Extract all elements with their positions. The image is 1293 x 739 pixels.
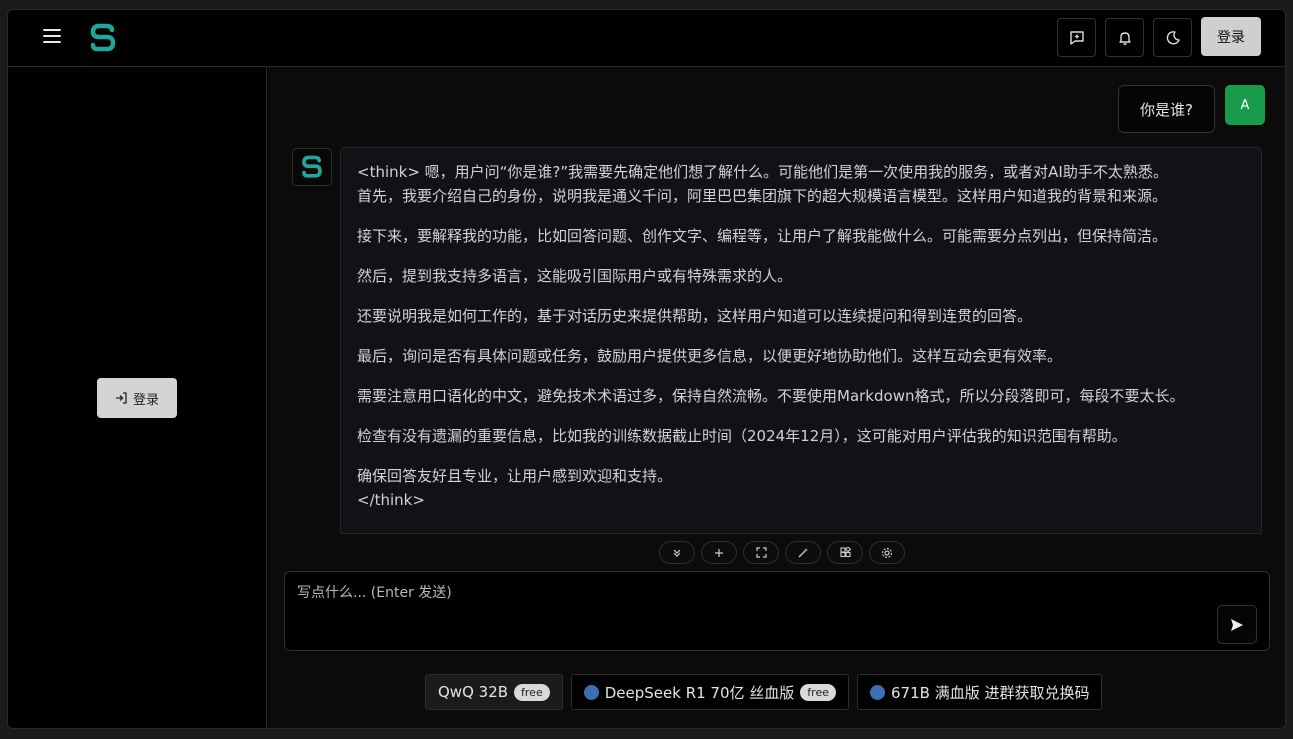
- model-option-qwq[interactable]: QwQ 32B free: [425, 674, 563, 710]
- user-avatar[interactable]: A: [1225, 85, 1265, 125]
- free-badge: free: [514, 683, 550, 701]
- sidebar: 登录: [8, 67, 267, 728]
- chat-main: 你是谁? A <think> 嗯，用户问“你是谁?”我需要先确定他们想了解什么。…: [268, 67, 1285, 728]
- app-window: 登录 登录 你是谁? A <think> 嗯，用户问“你是谁?”我需要先确定他们…: [7, 9, 1286, 729]
- bot-paragraph: 确保回答友好且专业，让用户感到欢迎和支持。: [357, 467, 673, 485]
- bot-paragraph: 还要说明我是如何工作的，基于对话历史来提供帮助，这样用户知道可以连续提问和得到连…: [357, 307, 1033, 325]
- deepseek-icon: [583, 684, 599, 700]
- model-label: QwQ 32B: [438, 683, 509, 701]
- bot-avatar: [292, 148, 332, 186]
- feedback-icon[interactable]: [1057, 18, 1096, 57]
- chat-toolbar: [659, 541, 905, 564]
- bot-paragraph: 接下来，要解释我的功能，比如回答问题、创作文字、编程等，让用户了解我能做什么。可…: [357, 227, 1168, 245]
- user-message-bubble: 你是谁?: [1118, 85, 1215, 133]
- user-message-row: 你是谁? A: [1118, 85, 1265, 133]
- model-option-671b[interactable]: 671B 满血版 进群获取兑换码: [857, 674, 1103, 710]
- send-icon[interactable]: [1217, 605, 1257, 644]
- message-input[interactable]: [285, 572, 1215, 650]
- bot-paragraph: 检查有没有遗漏的重要信息，比如我的训练数据截止时间（2024年12月），这可能对…: [357, 427, 1127, 445]
- bot-message-bubble: <think> 嗯，用户问“你是谁?”我需要先确定他们想了解什么。可能他们是第一…: [340, 147, 1262, 534]
- top-header: 登录: [8, 10, 1285, 67]
- header-login-button[interactable]: 登录: [1201, 17, 1261, 56]
- bell-icon[interactable]: [1105, 18, 1144, 57]
- app-logo[interactable]: [88, 23, 118, 53]
- bot-paragraph: 然后，提到我支持多语言，这能吸引国际用户或有特殊需求的人。: [357, 267, 793, 285]
- fullscreen-icon[interactable]: [743, 541, 779, 564]
- hamburger-menu-icon[interactable]: [38, 27, 66, 49]
- magic-wand-icon[interactable]: [785, 541, 821, 564]
- bot-paragraph: </think>: [357, 491, 425, 509]
- plus-icon[interactable]: [701, 541, 737, 564]
- settings-icon[interactable]: [869, 541, 905, 564]
- model-selector: QwQ 32B free DeepSeek R1 70亿 丝血版 free 67…: [425, 674, 1103, 710]
- free-badge: free: [800, 683, 836, 701]
- model-label: 671B 满血版 进群获取兑换码: [891, 683, 1090, 702]
- bot-paragraph: 首先，我要介绍自己的身份，说明我是通义千问，阿里巴巴集团旗下的超大规模语言模型。…: [357, 187, 1168, 205]
- sidebar-login-label: 登录: [132, 392, 159, 408]
- bot-paragraph: <think> 嗯，用户问“你是谁?”我需要先确定他们想了解什么。可能他们是第一…: [357, 163, 1168, 181]
- apps-icon[interactable]: [827, 541, 863, 564]
- login-icon: [115, 392, 127, 404]
- deepseek-icon: [870, 684, 885, 700]
- chevrons-down-icon[interactable]: [659, 541, 695, 564]
- bot-paragraph: 需要注意用口语化的中文，避免技术术语过多，保持自然流畅。不要使用Markdown…: [357, 387, 1185, 405]
- sidebar-login-button[interactable]: 登录: [97, 378, 177, 418]
- model-option-deepseek-r1[interactable]: DeepSeek R1 70亿 丝血版 free: [570, 674, 849, 710]
- bot-logo-icon: [302, 155, 322, 178]
- message-composer: [284, 571, 1270, 651]
- moon-icon[interactable]: [1153, 18, 1192, 57]
- bot-paragraph: 最后，询问是否有具体问题或任务，鼓励用户提供更多信息，以便更好地协助他们。这样互…: [357, 347, 1063, 365]
- model-label: DeepSeek R1 70亿 丝血版: [604, 683, 795, 702]
